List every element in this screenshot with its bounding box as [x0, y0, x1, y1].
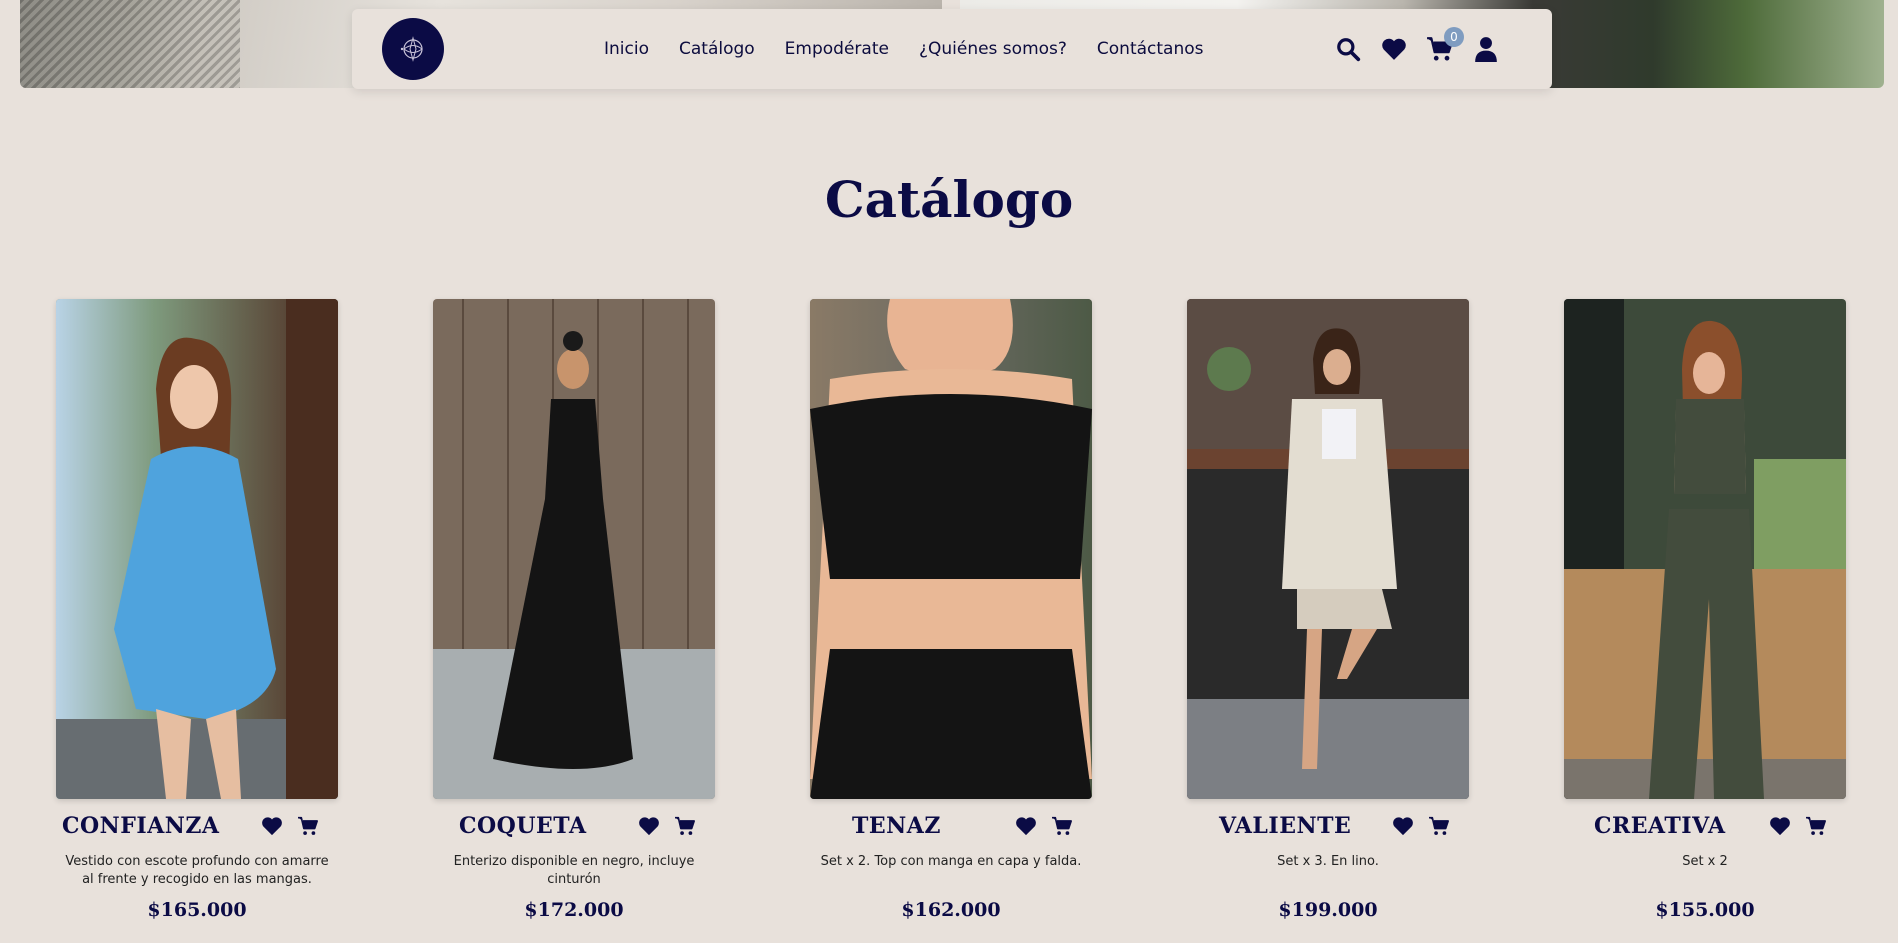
nav-icon-group: 0: [1334, 27, 1500, 63]
heart-icon[interactable]: [1380, 35, 1408, 63]
product-price: $162.000: [901, 899, 1001, 921]
heart-icon[interactable]: [1391, 814, 1415, 838]
nav-link-inicio[interactable]: Inicio: [604, 39, 649, 59]
outfit-shape: [1674, 399, 1746, 494]
cart-icon[interactable]: [673, 814, 697, 838]
product-price: $199.000: [1278, 899, 1378, 921]
top-navbar: Inicio Catálogo Empodérate ¿Quiénes somo…: [352, 9, 1552, 89]
product-header: CONFIANZA: [62, 813, 332, 839]
product-actions: [1014, 814, 1074, 838]
cart-count-badge: 0: [1444, 27, 1464, 47]
product-header: COQUETA: [439, 813, 709, 839]
product-name: TENAZ: [852, 813, 941, 839]
cart-icon[interactable]: [296, 814, 320, 838]
product-header: TENAZ: [816, 813, 1086, 839]
product-image[interactable]: [810, 299, 1092, 799]
product-name: COQUETA: [459, 813, 587, 839]
product-image[interactable]: [1187, 299, 1469, 799]
main-nav: Inicio Catálogo Empodérate ¿Quiénes somo…: [604, 39, 1204, 59]
product-actions: [1768, 814, 1828, 838]
nav-link-empoderate[interactable]: Empodérate: [785, 39, 889, 59]
product-actions: [637, 814, 697, 838]
product-card: CONFIANZA Vestido con escote profundo co…: [56, 299, 338, 921]
cart-icon[interactable]: [1050, 814, 1074, 838]
page-title: Catálogo: [824, 170, 1074, 229]
heart-icon[interactable]: [1014, 814, 1038, 838]
product-price: $155.000: [1655, 899, 1755, 921]
product-description: Enterizo disponible en negro, incluye ci…: [453, 854, 695, 887]
product-price: $165.000: [147, 899, 247, 921]
product-price: $172.000: [524, 899, 624, 921]
product-header: VALIENTE: [1193, 813, 1463, 839]
product-card: CREATIVA Set x 2 $155.000: [1564, 299, 1846, 921]
heart-icon[interactable]: [260, 814, 284, 838]
product-description: Set x 2. Top con manga en capa y falda.: [820, 854, 1082, 869]
user-icon[interactable]: [1472, 35, 1500, 63]
product-image[interactable]: [433, 299, 715, 799]
cart-icon[interactable]: [1427, 814, 1451, 838]
nav-link-contactanos[interactable]: Contáctanos: [1097, 39, 1204, 59]
product-name: CONFIANZA: [62, 813, 220, 839]
product-card: COQUETA Enterizo disponible en negro, in…: [433, 299, 715, 921]
product-name: VALIENTE: [1219, 813, 1352, 839]
product-description: Set x 2: [1682, 854, 1728, 869]
cart-icon[interactable]: [1804, 814, 1828, 838]
product-name: CREATIVA: [1594, 813, 1726, 839]
product-actions: [260, 814, 320, 838]
product-header: CREATIVA: [1570, 813, 1840, 839]
product-actions: [1391, 814, 1451, 838]
product-description: Vestido con escote profundo con amarre a…: [65, 854, 329, 887]
product-description: Set x 3. En lino.: [1277, 854, 1379, 869]
heart-icon[interactable]: [1768, 814, 1792, 838]
nav-link-quienes-somos[interactable]: ¿Quiénes somos?: [919, 39, 1067, 59]
nav-link-catalogo[interactable]: Catálogo: [679, 39, 755, 59]
product-image[interactable]: [1564, 299, 1846, 799]
cart-icon[interactable]: 0: [1426, 27, 1464, 63]
product-card: TENAZ Set x 2. Top con manga en capa y f…: [810, 299, 1092, 921]
logo-icon[interactable]: [382, 18, 444, 80]
product-grid: CONFIANZA Vestido con escote profundo co…: [56, 299, 1846, 921]
search-icon[interactable]: [1334, 35, 1362, 63]
outfit-shape: [810, 394, 1092, 579]
product-card: VALIENTE Set x 3. En lino. $199.000: [1187, 299, 1469, 921]
heart-icon[interactable]: [637, 814, 661, 838]
product-image[interactable]: [56, 299, 338, 799]
